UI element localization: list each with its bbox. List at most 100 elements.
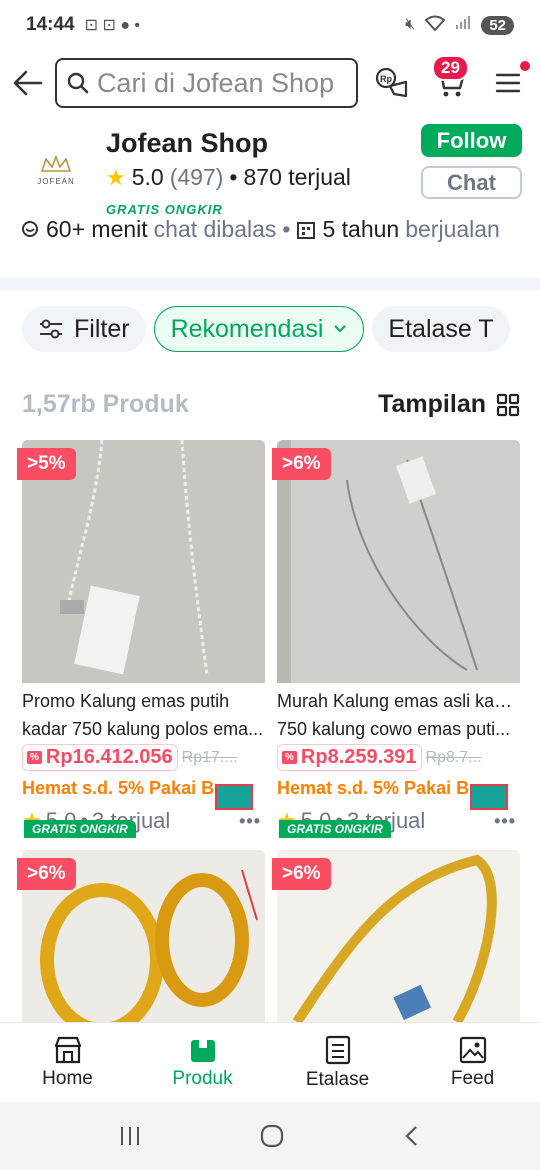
coupon-megaphone-icon: Rp [375, 67, 408, 98]
star-icon: ★ [106, 164, 126, 190]
menu-button[interactable] [488, 61, 530, 103]
view-label: Tampilan [378, 390, 486, 418]
mute-icon: 🔇︎ [405, 16, 416, 33]
etalase-list-icon [325, 1035, 350, 1064]
chat-bubble-icon [22, 220, 38, 237]
hamburger-menu-icon [495, 73, 521, 93]
filter-chip[interactable]: Filter [22, 306, 146, 352]
product-name-line: Promo Kalung emas putih [22, 691, 230, 711]
cart-badge: 29 [432, 55, 469, 81]
chevron-down-icon [334, 325, 347, 333]
shop-rating: 5.0 [131, 164, 164, 190]
product-name-line: kadar 750 kalung polos ema... [22, 719, 264, 739]
shop-sold: 870 terjual [243, 164, 351, 190]
chat-button[interactable]: Chat [421, 166, 522, 199]
shop-meta: 60+ menit chat dibalas • 5 tahun berjual… [20, 216, 500, 243]
product-price: % Rp16.412.056 [22, 744, 178, 771]
free-shipping-tag: GRATIS ONGKIR [279, 820, 391, 838]
sort-label: Rekomendasi [170, 314, 324, 343]
nav-etalase-label: Etalase [305, 1068, 370, 1090]
product-name: Murah Kalung emas asli kadar 750 kalung … [277, 687, 520, 743]
back-button[interactable] [12, 66, 45, 100]
reply-label: chat dibalas [153, 216, 277, 242]
battery-indicator: 52 [481, 15, 514, 35]
search-input[interactable]: Cari di Jofean Shop [54, 58, 358, 108]
product-price: % Rp8.259.391 [277, 744, 422, 771]
promo-button[interactable]: Rp [372, 63, 412, 103]
wifi-icon [424, 15, 446, 36]
product-name-line: Murah Kalung emas asli kadar [277, 691, 520, 711]
system-back-icon[interactable] [402, 1124, 422, 1148]
home-store-icon [54, 1036, 81, 1063]
product-count: 1,57rb Produk [22, 390, 189, 418]
discount-badge: >5% [17, 448, 76, 480]
price-value: Rp16.412.056 [45, 746, 173, 768]
nav-produk[interactable]: Produk [135, 1023, 270, 1102]
product-name-line: 750 kalung cowo emas puti... [277, 719, 511, 739]
price-row: % Rp8.259.391 Rp8.7... [277, 744, 520, 771]
product-name: Promo Kalung emas putih kadar 750 kalung… [22, 687, 265, 743]
free-shipping-badge: GRATIS ONGKIR [106, 202, 223, 217]
original-price: Rp8.7... [425, 748, 482, 766]
nav-feed-label: Feed [450, 1067, 495, 1089]
top-header: Cari di Jofean Shop Rp 29 [0, 54, 540, 112]
dot-separator: • [282, 216, 291, 242]
product-card[interactable]: >5% GRATIS ONGKIR Promo Kalung emas puti… [17, 440, 265, 840]
notification-icons: ⊡ ⊡ ● • [84, 17, 141, 34]
shop-info: JOFEAN Jofean Shop ★ 5.0 (497) • 870 ter… [0, 122, 540, 278]
signal-icon [455, 15, 471, 35]
section-divider [0, 278, 540, 290]
product-card[interactable]: >6% [17, 850, 265, 1022]
status-bar: 14:44 ⊡ ⊡ ● • 🔇︎ 52 [0, 0, 540, 50]
cart-button[interactable]: 29 [430, 55, 470, 103]
etalase-label: Etalase T [388, 314, 494, 343]
etalase-chip[interactable]: Etalase T [372, 306, 510, 352]
dot-separator: • [229, 164, 238, 190]
premium-quality-badge [215, 784, 253, 810]
coupon-icon: % [27, 751, 42, 764]
product-card[interactable]: >6% GRATIS ONGKIR Murah Kalung emas asli… [272, 440, 520, 840]
view-toggle-button[interactable]: Tampilan [378, 390, 520, 419]
product-card[interactable]: >6% [272, 850, 520, 1022]
shop-logo[interactable]: JOFEAN [24, 138, 88, 202]
shop-logo-text: JOFEAN [37, 176, 75, 186]
premium-quality-badge [470, 784, 508, 810]
filter-chips: Filter Rekomendasi Etalase T [22, 306, 510, 352]
shop-review-count: (497) [169, 164, 224, 190]
crown-logo-icon [40, 154, 72, 172]
listing-header: 1,57rb Produk Tampilan [22, 390, 520, 419]
more-options-icon[interactable]: ••• [239, 811, 261, 832]
nav-etalase[interactable]: Etalase [270, 1023, 405, 1102]
reply-time: 60+ menit [46, 216, 148, 242]
back-arrow-icon [14, 70, 43, 96]
nav-feed[interactable]: Feed [405, 1023, 540, 1102]
home-circle-icon[interactable] [259, 1123, 285, 1149]
grid-view-icon [496, 393, 520, 416]
status-time: 14:44 [26, 14, 75, 35]
discount-badge: >6% [272, 858, 331, 890]
nav-home-label: Home [42, 1067, 93, 1089]
coupon-icon: % [282, 751, 297, 764]
filter-label: Filter [74, 314, 130, 343]
system-navigation-bar [0, 1102, 540, 1170]
product-box-icon [190, 1039, 215, 1062]
filter-sliders-icon [40, 319, 62, 339]
follow-button[interactable]: Follow [421, 124, 522, 157]
nav-produk-label: Produk [172, 1067, 233, 1089]
shop-name: Jofean Shop [106, 128, 269, 158]
free-shipping-tag: GRATIS ONGKIR [24, 820, 136, 838]
sort-chip[interactable]: Rekomendasi [153, 306, 365, 352]
shop-stats: ★ 5.0 (497) • 870 terjual [106, 164, 351, 191]
store-calendar-icon [297, 221, 316, 239]
years-label: berjualan [405, 216, 500, 242]
svg-text:Rp: Rp [380, 74, 392, 84]
discount-badge: >6% [272, 448, 331, 480]
price-row: % Rp16.412.056 Rp17.... [22, 744, 265, 771]
feed-image-icon [459, 1036, 486, 1063]
nav-home[interactable]: Home [0, 1023, 135, 1102]
discount-badge: >6% [17, 858, 76, 890]
menu-notification-dot [520, 61, 530, 71]
recent-apps-icon[interactable] [118, 1124, 142, 1148]
more-options-icon[interactable]: ••• [494, 811, 516, 832]
search-placeholder: Cari di Jofean Shop [96, 67, 335, 98]
